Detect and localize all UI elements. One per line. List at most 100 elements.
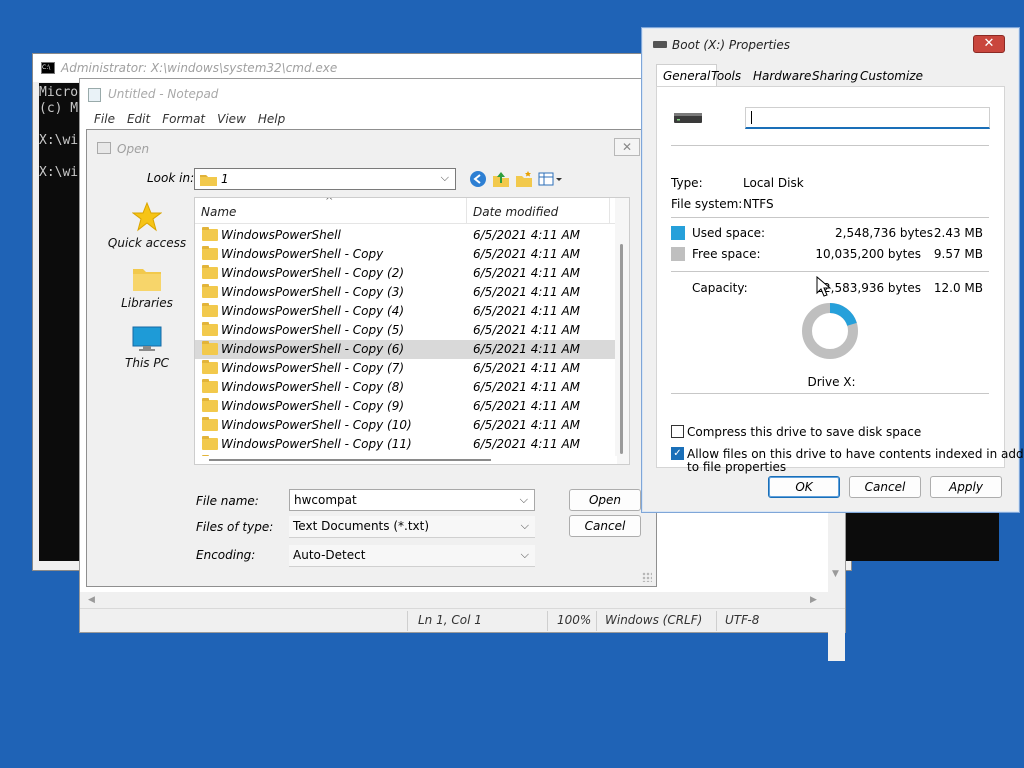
look-in-dropdown[interactable]: 1 ⌵	[194, 168, 456, 190]
file-date: 6/5/2021 4:11 AM	[473, 361, 581, 375]
menu-help[interactable]: Help	[258, 109, 293, 131]
compress-label: Compress this drive to save disk space	[687, 425, 922, 439]
view-menu-icon[interactable]	[538, 170, 564, 188]
file-row[interactable]: WindowsPowerShell - Copy (6) 6/5/2021 4:1…	[195, 340, 629, 359]
open-button[interactable]: Open	[569, 489, 641, 511]
file-list[interactable]: ^ Name Date modified Ty WindowsPowerShel…	[194, 197, 630, 465]
files-of-type-dropdown[interactable]: Text Documents (*.txt) ⌵	[289, 516, 535, 538]
properties-titlebar[interactable]: Boot (X:) Properties ✕	[642, 28, 1019, 62]
tab-hardware[interactable]: Hardware	[753, 69, 811, 83]
place-label: Quick access	[107, 236, 187, 250]
index-label-continued: to file properties	[687, 460, 787, 474]
properties-dialog[interactable]: Boot (X:) Properties ✕ General Tools Har…	[641, 27, 1024, 513]
ok-button[interactable]: OK	[768, 476, 840, 498]
status-zoom: 100%	[557, 613, 592, 627]
files-of-type-value: Text Documents (*.txt)	[293, 519, 430, 533]
file-row[interactable]: WindowsPowerShell - Copy (5) 6/5/2021 4:1…	[195, 321, 629, 340]
file-row[interactable]: WindowsPowerShell - Copy 6/5/2021 4:11 AM…	[195, 245, 629, 264]
column-divider[interactable]	[466, 198, 467, 224]
scroll-right-icon[interactable]: ▶	[810, 595, 817, 605]
column-divider[interactable]	[609, 198, 610, 224]
cancel-button[interactable]: Cancel	[569, 515, 641, 537]
status-divider	[547, 611, 548, 631]
place-label: Libraries	[121, 296, 173, 310]
file-name: WindowsPowerShell - Copy (8)	[221, 380, 405, 394]
up-folder-icon[interactable]	[492, 170, 510, 188]
file-name-value: hwcompat	[294, 493, 357, 507]
scroll-left-icon[interactable]: ◀	[88, 595, 95, 605]
file-row[interactable]: WindowsPowerShell - Copy (3) 6/5/2021 4:1…	[195, 283, 629, 302]
capacity-size: 12.0 MB	[933, 281, 983, 295]
file-row[interactable]: WindowsPowerShell - Copy (10) 6/5/2021 4:…	[195, 416, 629, 435]
file-name: WindowsPowerShell	[221, 228, 341, 242]
scroll-thumb[interactable]	[620, 244, 623, 454]
used-space-swatch	[671, 226, 685, 240]
encoding-dropdown[interactable]: Auto-Detect ⌵	[289, 545, 535, 567]
column-date-modified[interactable]: Date modified	[473, 205, 558, 219]
file-name: WindowsPowerShell - Copy (5)	[221, 323, 405, 337]
text-caret	[751, 111, 752, 124]
file-row[interactable]: WindowsPowerShell - Copy (11) 6/5/2021 4:…	[195, 435, 629, 454]
libraries-icon	[133, 269, 161, 291]
tab-tools[interactable]: Tools	[711, 69, 741, 83]
scroll-down-icon[interactable]: ▼	[832, 569, 839, 579]
chevron-down-icon[interactable]: ⌵	[520, 493, 528, 507]
menu-view[interactable]: View	[217, 109, 254, 131]
menu-edit[interactable]: Edit	[127, 109, 158, 131]
drive-icon	[653, 41, 667, 48]
file-row[interactable]: WindowsPowerShell - Copy (8) 6/5/2021 4:1…	[195, 378, 629, 397]
apply-button[interactable]: Apply	[930, 476, 1002, 498]
type-label: Type:	[671, 176, 703, 190]
drive-name-input[interactable]	[745, 107, 990, 129]
file-list-horizontal-scrollbar[interactable]	[195, 456, 617, 464]
file-row[interactable]: WindowsPowerShell - Copy (4) 6/5/2021 4:1…	[195, 302, 629, 321]
back-icon[interactable]	[469, 170, 487, 188]
chevron-down-icon: ⌵	[520, 519, 529, 532]
menu-format[interactable]: Format	[162, 109, 213, 131]
file-name: WindowsPowerShell - Copy	[221, 247, 384, 261]
index-label: Allow files on this drive to have conten…	[687, 447, 1024, 461]
compress-checkbox[interactable]	[671, 425, 684, 438]
file-list-vertical-scrollbar[interactable]	[615, 198, 629, 464]
folder-icon	[200, 175, 217, 186]
close-button[interactable]: ✕	[614, 138, 640, 156]
open-dialog[interactable]: Open ✕ Look in: 1 ⌵ Quick access Librari…	[86, 129, 657, 587]
place-libraries[interactable]: Libraries	[103, 266, 191, 310]
file-name: WindowsPowerShell - Copy (2)	[221, 266, 405, 280]
cancel-button[interactable]: Cancel	[849, 476, 921, 498]
file-date: 6/5/2021 4:11 AM	[473, 342, 581, 356]
notepad-horizontal-scrollbar[interactable]: ◀ ▶	[80, 592, 830, 608]
file-row[interactable]: WindowsPowerShell - Copy (2) 6/5/2021 4:1…	[195, 264, 629, 283]
file-row[interactable]: WindowsPowerShell - Copy (9) 6/5/2021 4:1…	[195, 397, 629, 416]
new-folder-icon[interactable]	[515, 170, 533, 188]
file-date: 6/5/2021 4:11 AM	[473, 418, 581, 432]
place-this-pc[interactable]: This PC	[103, 326, 191, 370]
file-date: 6/5/2021 4:11 AM	[473, 437, 581, 451]
folder-icon	[202, 436, 218, 450]
drive-icon	[674, 113, 702, 123]
tab-general[interactable]: General	[656, 64, 718, 88]
close-button[interactable]: ✕	[973, 35, 1005, 53]
index-checkbox[interactable]: ✓	[671, 447, 684, 460]
file-name-input[interactable]: hwcompat ⌵	[289, 489, 535, 511]
status-position: Ln 1, Col 1	[418, 613, 482, 627]
file-name: WindowsPowerShell - Copy (6)	[221, 342, 405, 356]
look-in-label: Look in:	[147, 171, 195, 185]
open-titlebar[interactable]: Open ✕	[87, 130, 656, 164]
free-space-label: Free space:	[692, 247, 761, 261]
resize-grip[interactable]	[642, 572, 652, 582]
file-system-label: File system:	[671, 197, 743, 211]
capacity-label: Capacity:	[692, 281, 748, 295]
scroll-thumb[interactable]	[209, 459, 491, 461]
column-name[interactable]: Name	[201, 205, 236, 219]
menu-file[interactable]: File	[94, 109, 123, 131]
tab-sharing[interactable]: Sharing	[812, 69, 858, 83]
place-quick-access[interactable]: Quick access	[103, 202, 191, 250]
chevron-down-icon: ⌵	[520, 548, 529, 561]
file-date: 6/5/2021 4:11 AM	[473, 285, 581, 299]
file-row[interactable]: WindowsPowerShell6/5/2021 4:11 AMFi	[195, 226, 629, 245]
file-name-label: File name:	[196, 494, 259, 508]
file-row[interactable]: WindowsPowerShell - Copy (7) 6/5/2021 4:1…	[195, 359, 629, 378]
folder-icon	[202, 246, 218, 260]
tab-customize[interactable]: Customize	[860, 69, 923, 83]
